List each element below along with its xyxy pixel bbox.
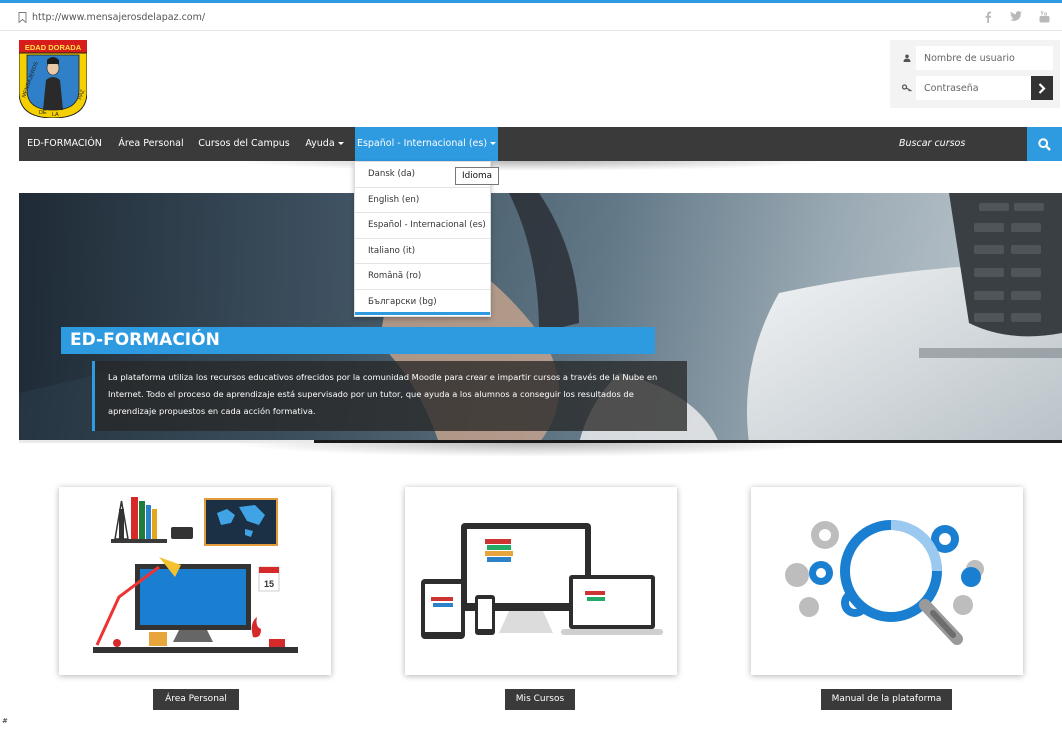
username-field[interactable]: Nombre de usuario bbox=[898, 46, 1053, 70]
devices-illustration bbox=[421, 523, 663, 639]
manual-plataforma-button[interactable]: Manual de la plataforma bbox=[821, 689, 952, 710]
social-links bbox=[982, 10, 1050, 26]
search-button[interactable] bbox=[1027, 127, 1062, 161]
slide-title: ED-FORMACIÓN bbox=[61, 327, 655, 354]
password-field[interactable]: Contraseña bbox=[898, 76, 1031, 100]
svg-text:LA: LA bbox=[52, 112, 59, 118]
nav-item-label: Español - Internacional (es) bbox=[356, 138, 488, 149]
nav-shadow bbox=[230, 161, 830, 171]
area-personal-button[interactable]: Área Personal bbox=[153, 689, 239, 710]
youtube-icon[interactable] bbox=[1038, 10, 1050, 26]
chevron-right-icon bbox=[1038, 82, 1046, 94]
gears-magnifier-illustration bbox=[785, 520, 984, 645]
login-form: Nombre de usuario Contraseña bbox=[890, 40, 1060, 108]
nav-item-label: Ayuda bbox=[305, 138, 335, 149]
slide-caption: La plataforma utiliza los recursos educa… bbox=[92, 361, 687, 431]
course-search-input[interactable]: Buscar cursos bbox=[899, 127, 965, 161]
nav-item-cursos-campus[interactable]: Cursos del Campus bbox=[192, 127, 296, 161]
bookmark-icon bbox=[18, 12, 27, 23]
logo-top-text: EDAD DORADA bbox=[25, 43, 82, 52]
language-option-en[interactable]: English (en) bbox=[355, 188, 490, 213]
site-url-text: http://www.mensajerosdelapaz.com/ bbox=[32, 12, 206, 23]
login-submit-button[interactable] bbox=[1031, 76, 1053, 100]
nav-item-label: Cursos del Campus bbox=[198, 138, 290, 149]
card-manual-plataforma[interactable] bbox=[751, 487, 1023, 675]
footer-hash-mark: # bbox=[2, 717, 8, 725]
username-placeholder: Nombre de usuario bbox=[924, 52, 1015, 64]
main-nav: ED-FORMACIÓN Área Personal Cursos del Ca… bbox=[19, 127, 1062, 161]
hero-slider: ED-FORMACIÓN La plataforma utiliza los r… bbox=[19, 193, 1062, 443]
slider-shadow bbox=[230, 443, 830, 457]
svg-text:DE: DE bbox=[39, 110, 47, 116]
language-option-it[interactable]: Italiano (it) bbox=[355, 239, 490, 264]
language-tooltip: Idioma bbox=[455, 167, 499, 185]
nav-item-label: ED-FORMACIÓN bbox=[27, 138, 102, 149]
site-logo[interactable]: EDAD DORADA MENSAJEROS DE LA PAZ bbox=[18, 40, 88, 119]
password-placeholder: Contraseña bbox=[924, 82, 979, 94]
site-url[interactable]: http://www.mensajerosdelapaz.com/ bbox=[18, 12, 205, 23]
nav-item-ayuda[interactable]: Ayuda bbox=[296, 127, 353, 161]
nav-item-label: Área Personal bbox=[118, 138, 184, 149]
card-area-personal[interactable]: 15 bbox=[59, 487, 331, 675]
key-icon bbox=[898, 76, 916, 100]
language-option-bg[interactable]: Български (bg) bbox=[355, 290, 490, 315]
mis-cursos-button[interactable]: Mis Cursos bbox=[505, 689, 575, 710]
caret-down-icon bbox=[337, 142, 344, 145]
twitter-icon[interactable] bbox=[1010, 11, 1022, 26]
user-icon bbox=[898, 46, 916, 70]
nav-item-area-personal[interactable]: Área Personal bbox=[110, 127, 192, 161]
nav-item-ed-formacion[interactable]: ED-FORMACIÓN bbox=[19, 127, 110, 161]
caret-down-icon bbox=[490, 142, 497, 145]
top-bar: http://www.mensajerosdelapaz.com/ bbox=[0, 0, 1062, 31]
desk-illustration: 15 bbox=[93, 497, 298, 653]
calendar-day: 15 bbox=[264, 579, 274, 589]
nav-item-language[interactable]: Español - Internacional (es) bbox=[355, 127, 498, 161]
language-option-es[interactable]: Español - Internacional (es) bbox=[355, 213, 490, 239]
search-icon bbox=[1038, 137, 1051, 151]
language-option-ro[interactable]: Română (ro) bbox=[355, 264, 490, 290]
facebook-icon[interactable] bbox=[982, 11, 994, 26]
card-mis-cursos[interactable] bbox=[405, 487, 677, 675]
